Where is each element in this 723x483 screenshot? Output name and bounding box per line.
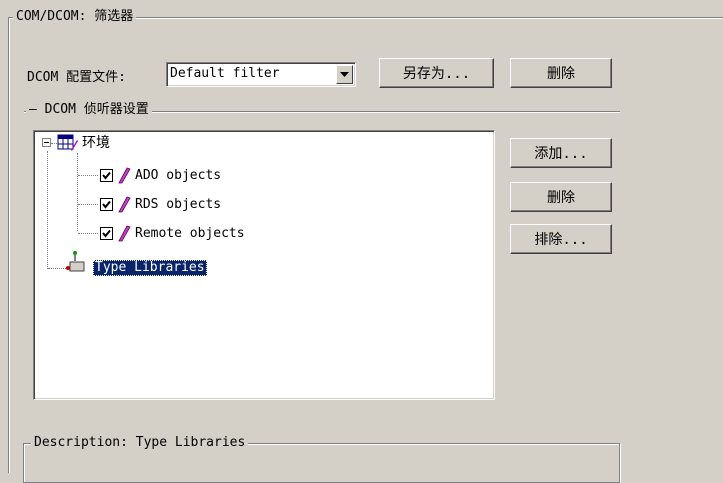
remote-checkbox[interactable]	[100, 227, 113, 240]
collapse-toggle[interactable]	[42, 138, 51, 147]
tree-line-ado	[78, 175, 98, 176]
exclude-button[interactable]: 排除...	[510, 224, 612, 254]
remote-objects-label[interactable]: Remote objects	[135, 226, 245, 242]
tree-line-typelib	[48, 268, 68, 269]
config-file-select[interactable]: Default filter	[166, 62, 356, 87]
filter-group-legend: COM/DCOM: 筛选器	[13, 9, 137, 25]
listener-group-title: DCOM 侦听器设置	[44, 102, 149, 117]
listener-group-legend: — DCOM 侦听器设置	[26, 102, 152, 118]
checkmark-icon	[102, 171, 111, 180]
config-file-value: Default filter	[170, 66, 280, 81]
description-legend: Description: Type Libraries	[31, 435, 249, 451]
ado-objects-label[interactable]: ADO objects	[135, 168, 221, 184]
ado-checkbox[interactable]	[100, 169, 113, 182]
pencil-icon	[118, 225, 131, 242]
save-as-button[interactable]: 另存为...	[379, 58, 494, 88]
rds-objects-label[interactable]: RDS objects	[135, 197, 221, 213]
pencil-icon	[118, 196, 131, 213]
dropdown-button[interactable]	[336, 65, 353, 84]
add-button[interactable]: 添加...	[510, 138, 612, 168]
tree-line-children	[77, 153, 78, 231]
tree-line-root	[47, 151, 48, 269]
delete-filter-button[interactable]: 删除	[510, 58, 612, 88]
type-libraries-label[interactable]: Type Libraries	[93, 260, 207, 276]
checkmark-icon	[102, 200, 111, 209]
chevron-down-icon	[340, 71, 349, 77]
delete-listener-button[interactable]: 删除	[510, 182, 612, 212]
tree-root-label[interactable]: 环境	[82, 135, 110, 151]
type-library-icon	[66, 251, 85, 272]
tree-line-rds	[78, 204, 98, 205]
tree-view[interactable]: 环境 ADO objects RDS objects Remote object…	[33, 130, 495, 400]
rds-checkbox[interactable]	[100, 198, 113, 211]
minus-icon	[44, 142, 49, 143]
config-file-label: DCOM 配置文件:	[27, 70, 126, 85]
environment-table-icon	[57, 134, 78, 151]
tree-line-remote	[78, 233, 98, 234]
pencil-icon	[118, 167, 131, 184]
checkmark-icon	[102, 229, 111, 238]
